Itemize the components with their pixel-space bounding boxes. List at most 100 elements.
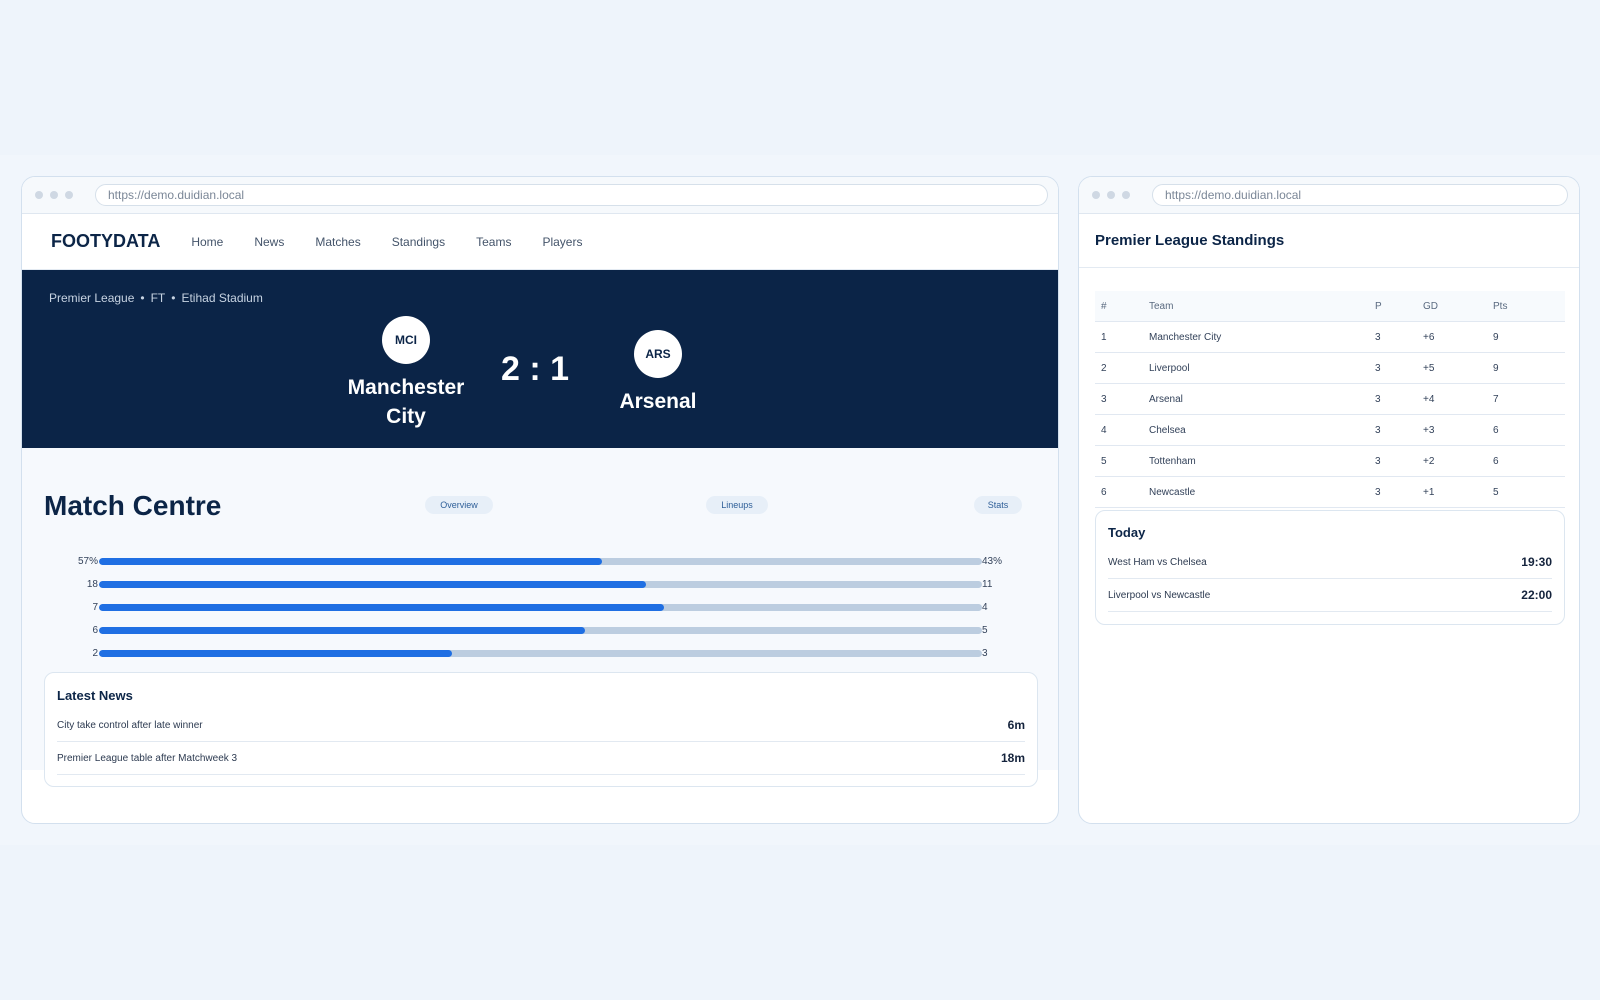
nav-item-teams[interactable]: Teams — [476, 235, 511, 249]
fixture-match: West Ham vs Chelsea — [1108, 556, 1207, 568]
window-dot-icon[interactable] — [35, 191, 43, 199]
stat-home-value: 2 — [92, 648, 98, 659]
standings-pts: 6 — [1493, 456, 1499, 467]
address-bar[interactable]: https://demo.duidian.local — [95, 184, 1048, 206]
nav-item-matches[interactable]: Matches — [315, 235, 360, 249]
fixture-item[interactable]: Liverpool vs Newcastle 22:00 — [1108, 579, 1552, 612]
stat-bar-track — [99, 627, 982, 634]
match-score: 2 : 1 — [500, 350, 570, 388]
window-dot-icon[interactable] — [65, 191, 73, 199]
fixture-time: 19:30 — [1521, 555, 1552, 569]
standings-pos: 3 — [1101, 394, 1107, 405]
standings-team: Newcastle — [1149, 487, 1196, 498]
today-card: Today West Ham vs Chelsea 19:30 Liverpoo… — [1095, 510, 1565, 625]
news-headline: Premier League table after Matchweek 3 — [57, 752, 238, 764]
address-bar[interactable]: https://demo.duidian.local — [1152, 184, 1568, 206]
stat-bar-fill — [99, 650, 453, 657]
standings-pos: 4 — [1101, 425, 1107, 436]
stat-bar-fill — [99, 627, 585, 634]
tab-overview[interactable]: Overview — [425, 496, 493, 514]
news-time: 18m — [1000, 751, 1025, 765]
top-nav: FOOTYDATA Home News Matches Standings Te… — [22, 214, 1058, 270]
competition-label: Premier League — [49, 291, 135, 305]
stat-away-value: 5 — [982, 625, 988, 636]
standings-header-row: # Team P GD Pts — [1095, 291, 1565, 322]
col-header-played: P — [1375, 301, 1382, 312]
stat-bar-fill — [99, 604, 665, 611]
standings-team: Chelsea — [1149, 425, 1186, 436]
col-header-pos: # — [1101, 301, 1107, 312]
fixture-item[interactable]: West Ham vs Chelsea 19:30 — [1108, 546, 1552, 579]
standings-pts: 7 — [1493, 394, 1499, 405]
match-centre-title: Match Centre — [44, 490, 222, 521]
away-team-badge: ARS — [634, 330, 682, 378]
standings-pts: 5 — [1493, 487, 1499, 498]
match-hero: Premier League • FT • Etihad Stadium MCI Man… — [22, 270, 1058, 448]
brand-logo[interactable]: FOOTYDATA — [51, 231, 160, 252]
standings-gd: +2 — [1423, 456, 1435, 467]
stat-away-value: 4 — [982, 602, 988, 613]
nav-item-home[interactable]: Home — [191, 235, 223, 249]
standings-table: # Team P GD Pts 1 Manchester City 3 +6 9 2 Liv… — [1095, 291, 1565, 508]
standings-played: 3 — [1375, 363, 1381, 374]
standings-team: Arsenal — [1149, 394, 1183, 405]
standings-gd: +6 — [1423, 332, 1435, 343]
stat-row: 23 — [22, 648, 1058, 660]
standings-browser-window: https://demo.duidian.local Premier Leagu… — [1078, 176, 1580, 824]
standings-played: 3 — [1375, 487, 1381, 498]
home-team-badge: MCI — [382, 316, 430, 364]
stat-bar-track — [99, 650, 982, 657]
meta-separator: • — [171, 291, 176, 305]
home-team-name: Manchester City — [347, 376, 465, 428]
tab-stats[interactable]: Stats — [974, 496, 1022, 514]
latest-news-title: Latest News — [57, 688, 133, 703]
news-headline: City take control after late winner — [57, 719, 203, 731]
standings-row[interactable]: 3 Arsenal 3 +4 7 — [1095, 384, 1565, 415]
window-dot-icon[interactable] — [1122, 191, 1130, 199]
match-meta: Premier League • FT • Etihad Stadium — [49, 291, 263, 305]
standings-team: Tottenham — [1149, 456, 1196, 467]
stat-home-value: 6 — [92, 625, 98, 636]
match-status: FT — [150, 291, 166, 305]
standings-team: Manchester City — [1149, 332, 1222, 343]
standings-gd: +3 — [1423, 425, 1435, 436]
standings-gd: +1 — [1423, 487, 1435, 498]
news-item[interactable]: Premier League table after Matchweek 3 1… — [57, 742, 1025, 775]
tab-lineups[interactable]: Lineups — [706, 496, 768, 514]
window-dot-icon[interactable] — [50, 191, 58, 199]
away-team[interactable]: ARS Arsenal — [603, 330, 713, 416]
nav-item-players[interactable]: Players — [542, 235, 582, 249]
standings-row[interactable]: 2 Liverpool 3 +5 9 — [1095, 353, 1565, 384]
standings-played: 3 — [1375, 425, 1381, 436]
stat-away-value: 43% — [982, 556, 1003, 567]
stat-row: 65 — [22, 625, 1058, 637]
stat-bar-track — [99, 558, 982, 565]
standings-gd: +5 — [1423, 363, 1435, 374]
standings-played: 3 — [1375, 332, 1381, 343]
standings-pos: 1 — [1101, 332, 1107, 343]
stat-home-value: 7 — [92, 602, 98, 613]
stat-bar-track — [99, 604, 982, 611]
standings-row[interactable]: 1 Manchester City 3 +6 9 — [1095, 322, 1565, 353]
venue-label: Etihad Stadium — [181, 291, 263, 305]
today-title: Today — [1108, 525, 1146, 540]
standings-row[interactable]: 4 Chelsea 3 +3 6 — [1095, 415, 1565, 446]
stat-bar-fill — [99, 558, 603, 565]
browser-chrome: https://demo.duidian.local — [22, 177, 1058, 214]
latest-news-card: Latest News City take control after late… — [44, 672, 1038, 787]
nav-item-standings[interactable]: Standings — [392, 235, 445, 249]
standings-row[interactable]: 6 Newcastle 3 +1 5 — [1095, 477, 1565, 508]
away-team-name: Arsenal — [619, 390, 697, 413]
home-team[interactable]: MCI Manchester City — [341, 316, 471, 431]
standings-gd: +4 — [1423, 394, 1435, 405]
match-centre: Match Centre Overview Lineups Stats 57% 4… — [22, 448, 1058, 787]
window-dot-icon[interactable] — [1092, 191, 1100, 199]
window-dot-icon[interactable] — [1107, 191, 1115, 199]
nav-item-news[interactable]: News — [254, 235, 284, 249]
stat-home-value: 57% — [77, 556, 98, 567]
standings-row[interactable]: 5 Tottenham 3 +2 6 — [1095, 446, 1565, 477]
standings-pos: 2 — [1101, 363, 1107, 374]
news-item[interactable]: City take control after late winner 6m — [57, 709, 1025, 742]
match-browser-window: https://demo.duidian.local FOOTYDATA Hom… — [21, 176, 1059, 824]
stat-row: 18 11 — [22, 579, 1058, 591]
